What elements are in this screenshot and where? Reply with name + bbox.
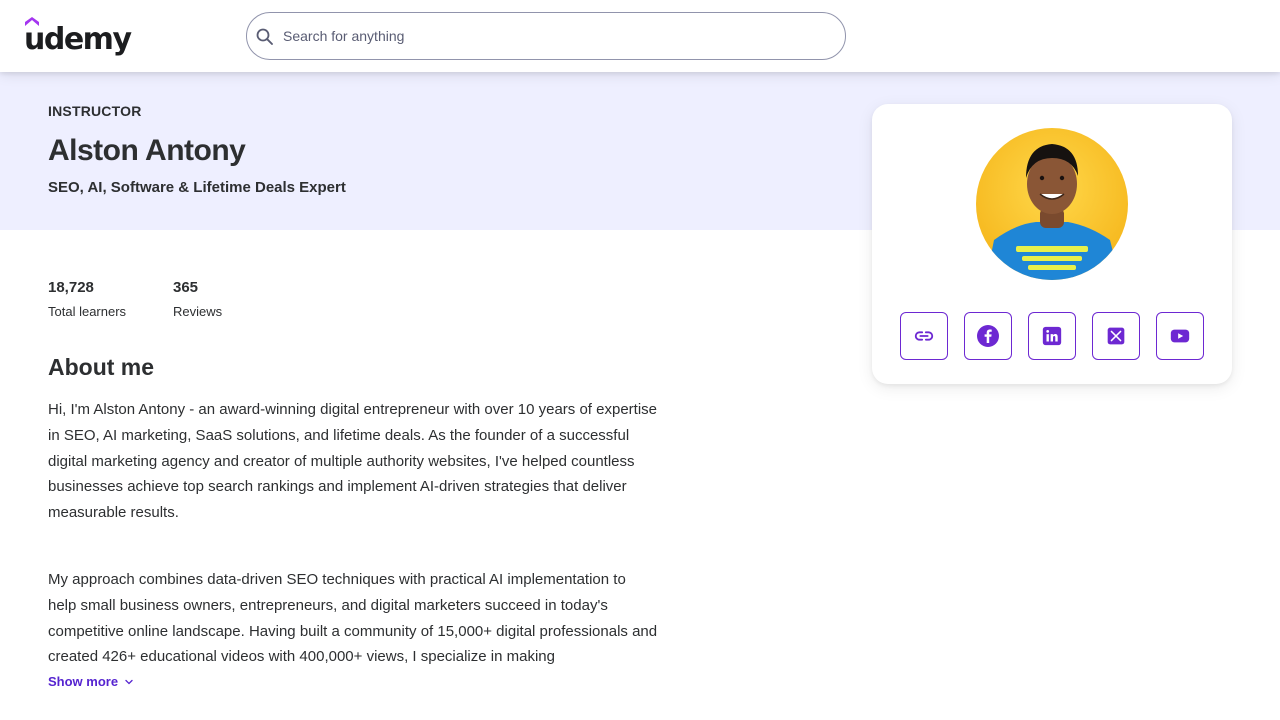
avatar-image: [976, 128, 1128, 280]
stat-value: 365: [173, 279, 199, 296]
instructor-headline: SEO, AI, Software & Lifetime Deals Exper…: [48, 179, 346, 196]
search-bar[interactable]: [246, 12, 846, 60]
instructor-name: Alston Antony: [48, 134, 246, 167]
show-more-button[interactable]: Show more: [48, 674, 134, 689]
stat-value: 18,728: [48, 279, 94, 296]
x-twitter-icon: [1107, 327, 1125, 345]
about-paragraph: My approach combines data-driven SEO tec…: [48, 570, 658, 666]
stat-total-learners: 18,728 Total learners: [48, 278, 126, 321]
udemy-logo[interactable]: udemy: [24, 17, 132, 57]
about-paragraph: Hi, I'm Alston Antony - an award-winning…: [48, 401, 658, 522]
profile-card: [872, 104, 1232, 384]
stat-label: Reviews: [173, 304, 223, 319]
youtube-link-button[interactable]: [1156, 312, 1204, 360]
x-link-button[interactable]: [1092, 312, 1140, 360]
about-text: Hi, I'm Alston Antony - an award-winning…: [48, 397, 658, 666]
link-icon: [914, 331, 934, 341]
facebook-icon: [977, 325, 999, 347]
stat-label: Total learners: [48, 304, 127, 319]
chevron-down-icon: [125, 679, 133, 684]
social-links: [900, 312, 1204, 360]
linkedin-icon: [1042, 326, 1062, 346]
about-heading: About me: [48, 354, 155, 380]
stat-reviews: 365 Reviews: [173, 278, 222, 321]
youtube-icon: [1170, 329, 1190, 343]
website-link-button[interactable]: [900, 312, 948, 360]
linkedin-link-button[interactable]: [1028, 312, 1076, 360]
logo-wordmark: udemy: [24, 22, 132, 57]
search-icon[interactable]: [255, 27, 275, 47]
role-label: INSTRUCTOR: [48, 103, 142, 119]
instructor-avatar: [976, 128, 1128, 280]
search-input[interactable]: [283, 13, 823, 59]
top-header: udemy: [0, 0, 1280, 72]
facebook-link-button[interactable]: [964, 312, 1012, 360]
show-more-label: Show more: [48, 674, 119, 689]
